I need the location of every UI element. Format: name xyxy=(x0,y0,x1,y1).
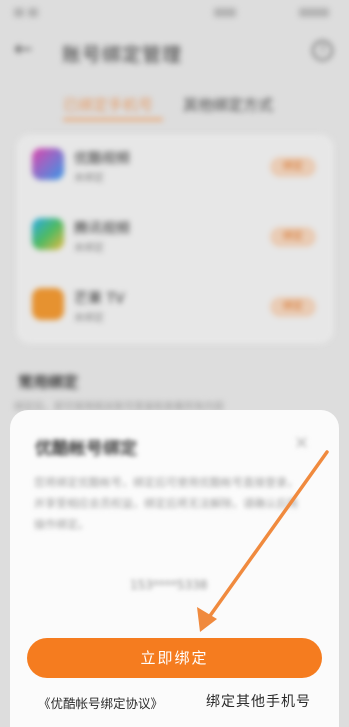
bind-now-button[interactable]: 立即绑定 xyxy=(27,638,322,678)
agreement-link[interactable]: 《优酷帐号绑定协议》 xyxy=(38,693,163,712)
bind-other-phone-link[interactable]: 绑定其他手机号 xyxy=(206,691,311,711)
dialog-title: 优酷帐号绑定 xyxy=(35,439,137,459)
dialog-content: 优酷帐号绑定 × 您将绑定优酷帐号，绑定后可使用优酷帐号直接登录，并享受相应会员… xyxy=(10,410,339,610)
phone-number: 153****5338 xyxy=(130,578,208,592)
close-icon[interactable]: × xyxy=(294,432,309,453)
bind-dialog: 优酷帐号绑定 × 您将绑定优酷帐号，绑定后可使用优酷帐号直接登录，并享受相应会员… xyxy=(10,410,339,727)
dialog-desc: 您将绑定优酷帐号，绑定后可使用优酷帐号直接登录，并享受相应会员权益，绑定后将无法… xyxy=(34,476,298,531)
